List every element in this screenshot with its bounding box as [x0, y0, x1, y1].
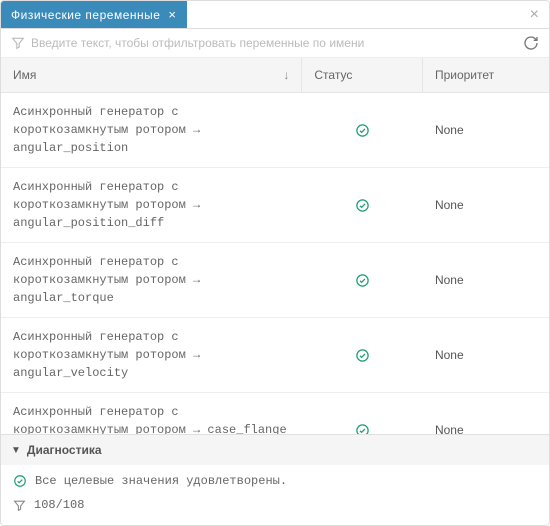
close-icon[interactable]: ×	[168, 7, 176, 22]
panel-close-icon[interactable]: ×	[520, 6, 549, 24]
cell-priority: None	[423, 188, 549, 222]
cell-priority: None	[423, 263, 549, 297]
check-circle-icon	[355, 123, 370, 138]
column-header-name[interactable]: Имя ↓	[1, 58, 302, 92]
tab-title: Физические переменные	[11, 8, 160, 22]
diagnostics-toggle[interactable]: ▼ Диагностика	[1, 435, 549, 465]
column-priority-label: Приоритет	[435, 68, 494, 82]
cell-priority: None	[423, 338, 549, 372]
diagnostics-title: Диагностика	[27, 443, 102, 457]
diagnostics-filter-line: 108/108	[1, 493, 549, 517]
cell-priority: None	[423, 113, 549, 147]
table-row[interactable]: Асинхронный генератор с короткозамкнутым…	[1, 93, 549, 168]
column-header-status[interactable]: Статус	[302, 58, 423, 92]
check-circle-icon	[355, 198, 370, 213]
tab-bar: Физические переменные × ×	[1, 1, 549, 29]
check-circle-icon	[355, 273, 370, 288]
cell-status	[302, 188, 423, 223]
table-row[interactable]: Асинхронный генератор с короткозамкнутым…	[1, 318, 549, 393]
caret-down-icon: ▼	[11, 445, 21, 456]
diagnostics-status-line: Все целевые значения удовлетворены.	[1, 469, 549, 493]
table-row[interactable]: Асинхронный генератор с короткозамкнутым…	[1, 393, 549, 434]
cell-name: Асинхронный генератор с короткозамкнутым…	[1, 318, 302, 392]
physical-variables-panel: Физические переменные × × Имя ↓ Статус П…	[0, 0, 550, 526]
check-circle-icon	[355, 348, 370, 363]
cell-name: Асинхронный генератор с короткозамкнутым…	[1, 243, 302, 317]
column-header-priority[interactable]: Приоритет	[423, 58, 549, 92]
filter-input[interactable]	[31, 36, 517, 50]
table-row[interactable]: Асинхронный генератор с короткозамкнутым…	[1, 243, 549, 318]
diagnostics-body: Все целевые значения удовлетворены. 108/…	[1, 465, 549, 525]
cell-name: Асинхронный генератор с короткозамкнутым…	[1, 168, 302, 242]
filter-bar	[1, 29, 549, 58]
cell-status	[302, 338, 423, 373]
diagnostics-filter-count: 108/108	[34, 498, 84, 512]
cell-status	[302, 413, 423, 435]
table-row[interactable]: Асинхронный генератор с короткозамкнутым…	[1, 168, 549, 243]
table-body: Асинхронный генератор с короткозамкнутым…	[1, 93, 549, 434]
diagnostics-message: Все целевые значения удовлетворены.	[35, 474, 287, 488]
table-header-row: Имя ↓ Статус Приоритет	[1, 58, 549, 93]
diagnostics-section: ▼ Диагностика Все целевые значения удовл…	[1, 434, 549, 525]
column-status-label: Статус	[314, 68, 352, 82]
check-circle-icon	[13, 474, 27, 488]
column-name-label: Имя	[13, 68, 36, 82]
sort-indicator-icon: ↓	[283, 68, 289, 82]
funnel-icon	[13, 499, 26, 512]
cell-name: Асинхронный генератор с короткозамкнутым…	[1, 93, 302, 167]
cell-status	[302, 263, 423, 298]
funnel-icon	[11, 36, 25, 50]
cell-name: Асинхронный генератор с короткозамкнутым…	[1, 393, 302, 434]
tab-physical-variables[interactable]: Физические переменные ×	[1, 1, 187, 28]
refresh-icon[interactable]	[523, 35, 539, 51]
cell-priority: None	[423, 413, 549, 434]
cell-status	[302, 113, 423, 148]
check-circle-icon	[355, 423, 370, 435]
